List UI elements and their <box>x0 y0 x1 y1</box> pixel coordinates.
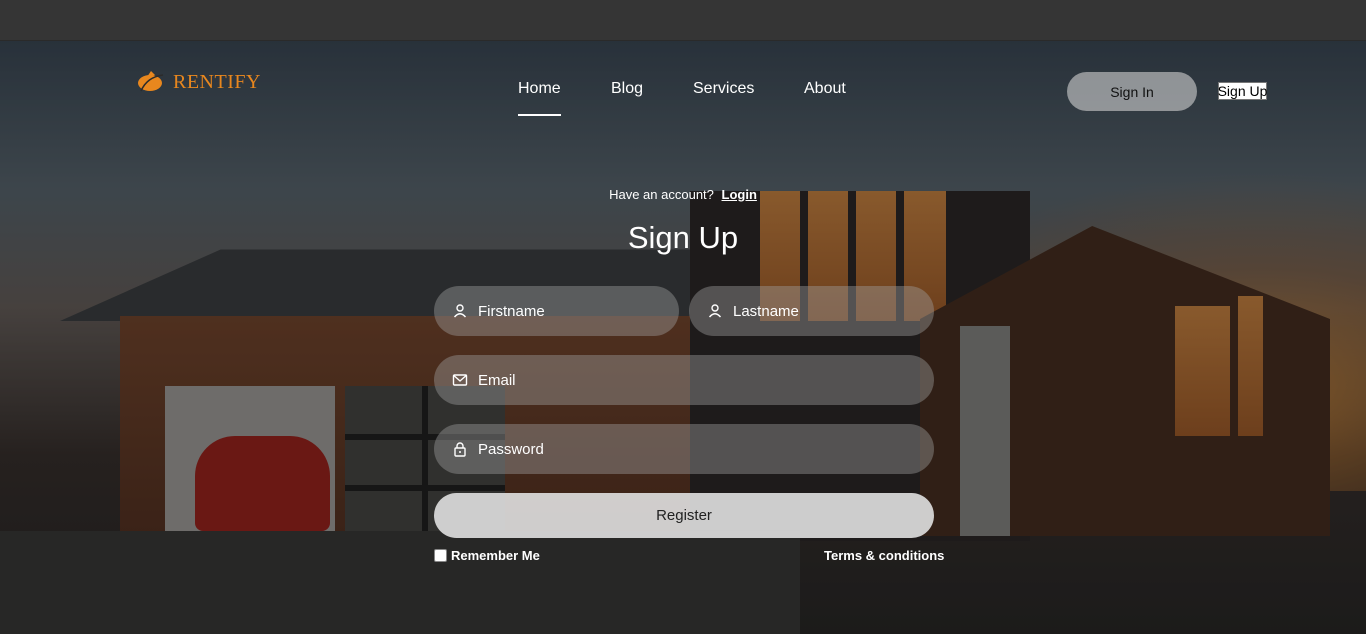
nav-home[interactable]: Home <box>518 80 561 98</box>
nav-about[interactable]: About <box>804 80 846 98</box>
email-placeholder: Email <box>478 371 516 389</box>
remember-me: Remember Me <box>434 548 540 563</box>
have-account-line: Have an account? Login <box>0 187 1366 202</box>
email-field[interactable]: Email <box>434 355 934 405</box>
lastname-placeholder: Lastname <box>733 302 799 320</box>
hero-background <box>0 41 1366 634</box>
terms-link[interactable]: Terms & conditions <box>824 548 944 563</box>
dark-overlay <box>0 41 1366 634</box>
nav-services[interactable]: Services <box>693 80 754 98</box>
logo[interactable]: RENTIFY <box>137 69 261 95</box>
leaf-logo-icon <box>138 71 164 92</box>
remember-checkbox[interactable] <box>434 549 447 562</box>
nav-blog[interactable]: Blog <box>611 80 643 98</box>
browser-top-bar <box>0 0 1366 41</box>
password-placeholder: Password <box>478 440 544 458</box>
sign-up-button[interactable]: Sign Up <box>1218 82 1267 100</box>
login-link[interactable]: Login <box>722 187 757 202</box>
sign-in-button[interactable]: Sign In <box>1067 72 1197 111</box>
lock-icon <box>454 442 466 457</box>
lastname-field[interactable]: Lastname <box>689 286 934 336</box>
form-title: Sign Up <box>627 220 739 255</box>
remember-label: Remember Me <box>451 548 540 563</box>
user-icon <box>453 304 467 318</box>
mail-icon <box>452 374 468 386</box>
nav-active-indicator <box>518 114 561 116</box>
firstname-field[interactable]: Firstname <box>434 286 679 336</box>
user-icon <box>708 304 722 318</box>
password-field[interactable]: Password <box>434 424 934 474</box>
have-account-text: Have an account? <box>609 187 714 202</box>
firstname-placeholder: Firstname <box>478 302 545 320</box>
brand-name: RENTIFY <box>173 70 261 93</box>
register-button[interactable]: Register <box>434 493 934 538</box>
